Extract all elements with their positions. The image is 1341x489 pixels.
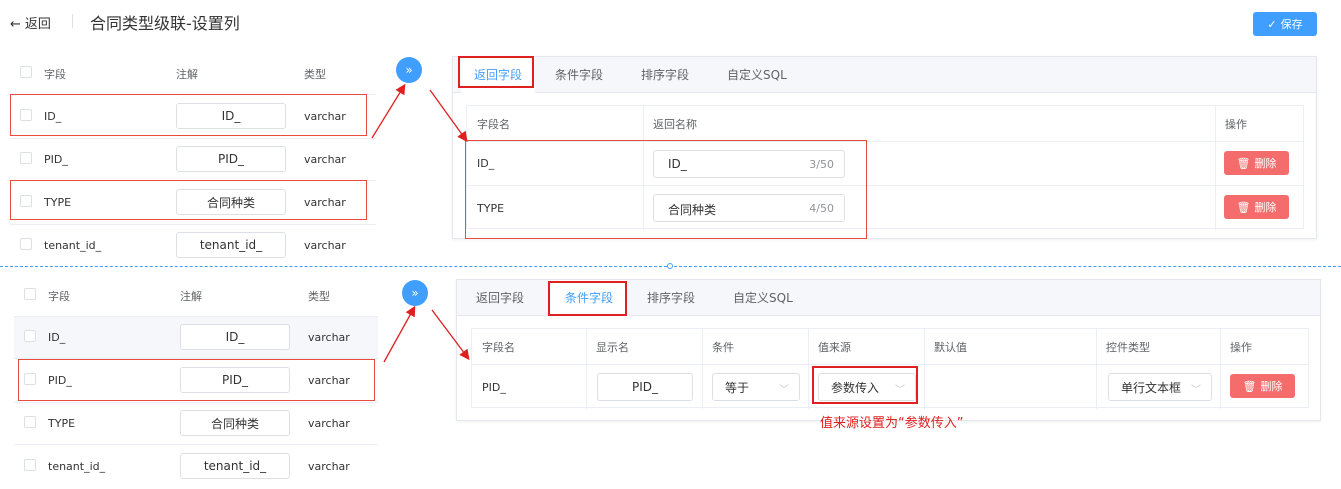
- comment-input[interactable]: PID_: [176, 146, 286, 172]
- tab-sort-fields[interactable]: 排序字段: [641, 57, 689, 93]
- col-header-field-name: 字段名: [477, 117, 510, 131]
- col-header-action: 操作: [1230, 340, 1252, 354]
- delete-button[interactable]: 🗑 删除: [1224, 151, 1289, 175]
- arrow-line: [371, 83, 406, 139]
- delete-button[interactable]: 🗑 删除: [1224, 195, 1289, 219]
- highlight-box-return-tab: [458, 56, 534, 88]
- comment-input[interactable]: tenant_id_: [176, 232, 286, 259]
- arrow-left-icon: ←: [10, 17, 21, 32]
- table-header-row: 字段名 显示名 条件 值来源 默认值 控件类型 操作: [472, 329, 1308, 365]
- tab-sort-fields[interactable]: 排序字段: [647, 280, 695, 316]
- table-row[interactable]: tenant_id_ tenant_id_ varchar: [14, 444, 378, 488]
- col-header-display-name: 显示名: [596, 340, 629, 354]
- field-name: PID_: [44, 138, 176, 181]
- field-type: varchar: [308, 402, 378, 445]
- trash-icon: 🗑: [1236, 156, 1251, 170]
- table-row[interactable]: tenant_id_ tenant_id_ varchar: [10, 224, 376, 266]
- comment-input[interactable]: ID_: [180, 324, 290, 350]
- page-title: 合同类型级联-设置列: [90, 14, 240, 33]
- highlight-box-return-rows: [465, 140, 867, 239]
- highlight-box-type-row: [10, 180, 367, 220]
- table-header-row: 字段 注解 类型: [10, 54, 376, 95]
- tab-custom-sql[interactable]: 自定义SQL: [727, 57, 787, 93]
- annotation-note: 值来源设置为“参数传入”: [820, 416, 964, 431]
- arrow-line: [383, 305, 416, 363]
- col-header-action: 操作: [1225, 117, 1247, 131]
- delete-button[interactable]: 🗑 删除: [1230, 374, 1295, 398]
- table-header-row: 字段名 返回名称 操作: [467, 106, 1303, 142]
- col-header-comment: 注解: [176, 54, 304, 95]
- table-header-row: 字段 注解 类型: [14, 276, 378, 317]
- col-header-condition: 条件: [712, 340, 734, 354]
- field-name: tenant_id_: [44, 238, 102, 252]
- tab-custom-sql[interactable]: 自定义SQL: [733, 280, 793, 316]
- row-checkbox[interactable]: [20, 237, 32, 250]
- display-name-input[interactable]: PID_: [597, 373, 693, 401]
- col-header-field: 字段: [48, 276, 180, 317]
- trash-icon: 🗑: [1236, 200, 1251, 214]
- move-right-button[interactable]: »: [402, 280, 428, 306]
- col-header-default-value: 默认值: [934, 340, 967, 354]
- field-name: PID_: [482, 380, 506, 394]
- col-header-control-type: 控件类型: [1106, 340, 1150, 354]
- tab-bar: 返回字段 条件字段 排序字段 自定义SQL: [453, 57, 1316, 93]
- col-header-return-name: 返回名称: [653, 117, 697, 131]
- table-row[interactable]: PID_ PID_ varchar: [10, 138, 376, 181]
- col-header-value-source: 值来源: [818, 340, 851, 354]
- comment-input[interactable]: tenant_id_: [180, 453, 290, 480]
- move-right-button[interactable]: »: [396, 57, 422, 83]
- field-name: ID_: [48, 316, 180, 359]
- field-type: varchar: [308, 316, 378, 359]
- comment-input[interactable]: 合同种类: [180, 410, 290, 436]
- header-divider: [72, 14, 73, 28]
- field-name: TYPE: [48, 402, 180, 445]
- top-field-table: 字段 注解 类型 ID_ ID_ varchar PID_ PID_ varch…: [10, 54, 376, 266]
- page-header: ← 返回 合同类型级联-设置列 ✓ 保存: [0, 0, 1341, 42]
- divider-handle[interactable]: [667, 263, 673, 269]
- double-chevron-right-icon: »: [405, 63, 413, 77]
- row-checkbox[interactable]: [24, 329, 36, 342]
- save-button[interactable]: ✓ 保存: [1253, 12, 1317, 36]
- double-chevron-right-icon: »: [411, 286, 419, 300]
- highlight-box-id-row: [10, 94, 367, 136]
- condition-select[interactable]: 等于 ﹀: [712, 373, 800, 401]
- col-header-field: 字段: [44, 54, 176, 95]
- col-header-field-name: 字段名: [482, 340, 515, 354]
- field-type: varchar: [304, 238, 346, 252]
- trash-icon: 🗑: [1242, 379, 1257, 393]
- col-header-type: 类型: [304, 54, 376, 95]
- row-checkbox[interactable]: [24, 415, 36, 428]
- col-header-comment: 注解: [180, 276, 308, 317]
- select-all-checkbox[interactable]: [24, 288, 36, 301]
- check-icon: ✓: [1267, 17, 1277, 31]
- field-type: varchar: [308, 459, 350, 473]
- chevron-down-icon: ﹀: [779, 385, 789, 396]
- control-type-select[interactable]: 单行文本框 ﹀: [1108, 373, 1212, 401]
- field-name: tenant_id_: [48, 459, 106, 473]
- tab-condition-fields[interactable]: 条件字段: [555, 57, 603, 93]
- select-all-checkbox[interactable]: [20, 66, 32, 79]
- table-row[interactable]: TYPE 合同种类 varchar: [14, 402, 378, 445]
- col-header-type: 类型: [308, 276, 378, 317]
- chevron-down-icon: ﹀: [1191, 385, 1201, 396]
- field-type: varchar: [304, 138, 376, 181]
- row-checkbox[interactable]: [20, 151, 32, 164]
- tab-return-fields[interactable]: 返回字段: [476, 280, 524, 316]
- highlight-box-pid-row: [18, 359, 375, 401]
- back-button[interactable]: ← 返回: [10, 13, 51, 32]
- highlight-box-value-source: [812, 366, 918, 404]
- table-row[interactable]: ID_ ID_ varchar: [14, 316, 378, 359]
- row-checkbox[interactable]: [24, 458, 36, 471]
- highlight-box-condition-tab: [548, 281, 627, 316]
